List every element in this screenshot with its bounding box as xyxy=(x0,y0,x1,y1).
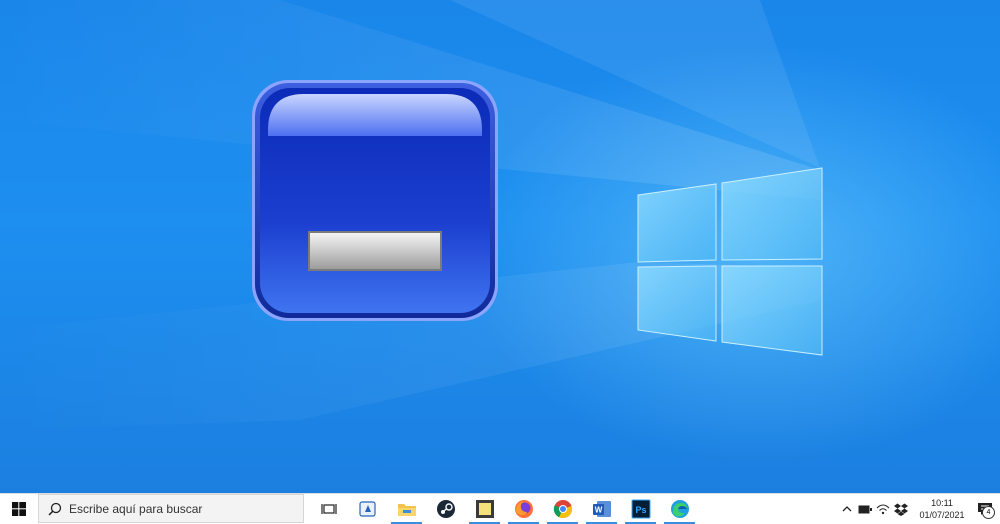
wifi-icon xyxy=(876,504,890,515)
steam-icon xyxy=(436,499,455,518)
photoshop-icon: Ps xyxy=(631,499,650,518)
taskbar-app-compass[interactable] xyxy=(348,494,387,524)
taskbar-app-word[interactable]: W xyxy=(582,494,621,524)
taskbar-app-edge[interactable] xyxy=(660,494,699,524)
task-view-icon xyxy=(320,503,337,514)
task-view-button[interactable] xyxy=(309,494,348,524)
clock-time: 10:11 xyxy=(931,498,953,508)
battery-button[interactable] xyxy=(856,494,874,524)
dropbox-button[interactable] xyxy=(892,494,910,524)
edge-icon xyxy=(670,499,689,518)
file-explorer-icon xyxy=(397,503,416,516)
notification-count-badge: 4 xyxy=(982,506,995,519)
taskbar-app-sticky-notes[interactable] xyxy=(465,494,504,524)
show-hidden-icons-button[interactable] xyxy=(838,494,856,524)
windows-logo-icon xyxy=(637,167,823,356)
start-button[interactable] xyxy=(0,494,38,524)
network-button[interactable] xyxy=(874,494,892,524)
taskbar-app-chrome[interactable] xyxy=(543,494,582,524)
chrome-icon xyxy=(553,499,572,518)
search-input[interactable]: Escribe aquí para buscar xyxy=(38,494,304,523)
svg-text:W: W xyxy=(594,505,602,514)
chevron-up-icon xyxy=(842,506,852,512)
taskbar-app-photoshop[interactable]: Ps xyxy=(621,494,660,524)
system-tray: 10:11 01/07/2021 4 xyxy=(838,494,1000,524)
word-icon: W xyxy=(592,500,611,517)
windows-start-icon xyxy=(12,501,26,516)
desktop-wallpaper xyxy=(0,0,1000,493)
svg-text:Ps: Ps xyxy=(635,505,646,515)
taskbar-app-file-explorer[interactable] xyxy=(387,494,426,524)
taskbar-app-firefox[interactable] xyxy=(504,494,543,524)
battery-icon xyxy=(858,505,872,513)
clock-date: 01/07/2021 xyxy=(919,510,965,520)
firefox-icon xyxy=(514,499,533,518)
search-icon xyxy=(48,502,62,516)
search-placeholder: Escribe aquí para buscar xyxy=(69,501,203,516)
taskbar: Escribe aquí para buscar W Ps 10:11 01/0… xyxy=(0,493,1000,524)
taskbar-app-steam[interactable] xyxy=(426,494,465,524)
action-center-button[interactable]: 4 xyxy=(970,494,1000,524)
sticky-notes-icon xyxy=(475,499,494,518)
dropbox-icon xyxy=(894,503,908,516)
compass-app-icon xyxy=(358,500,376,517)
clock-button[interactable]: 10:11 01/07/2021 xyxy=(914,497,970,521)
